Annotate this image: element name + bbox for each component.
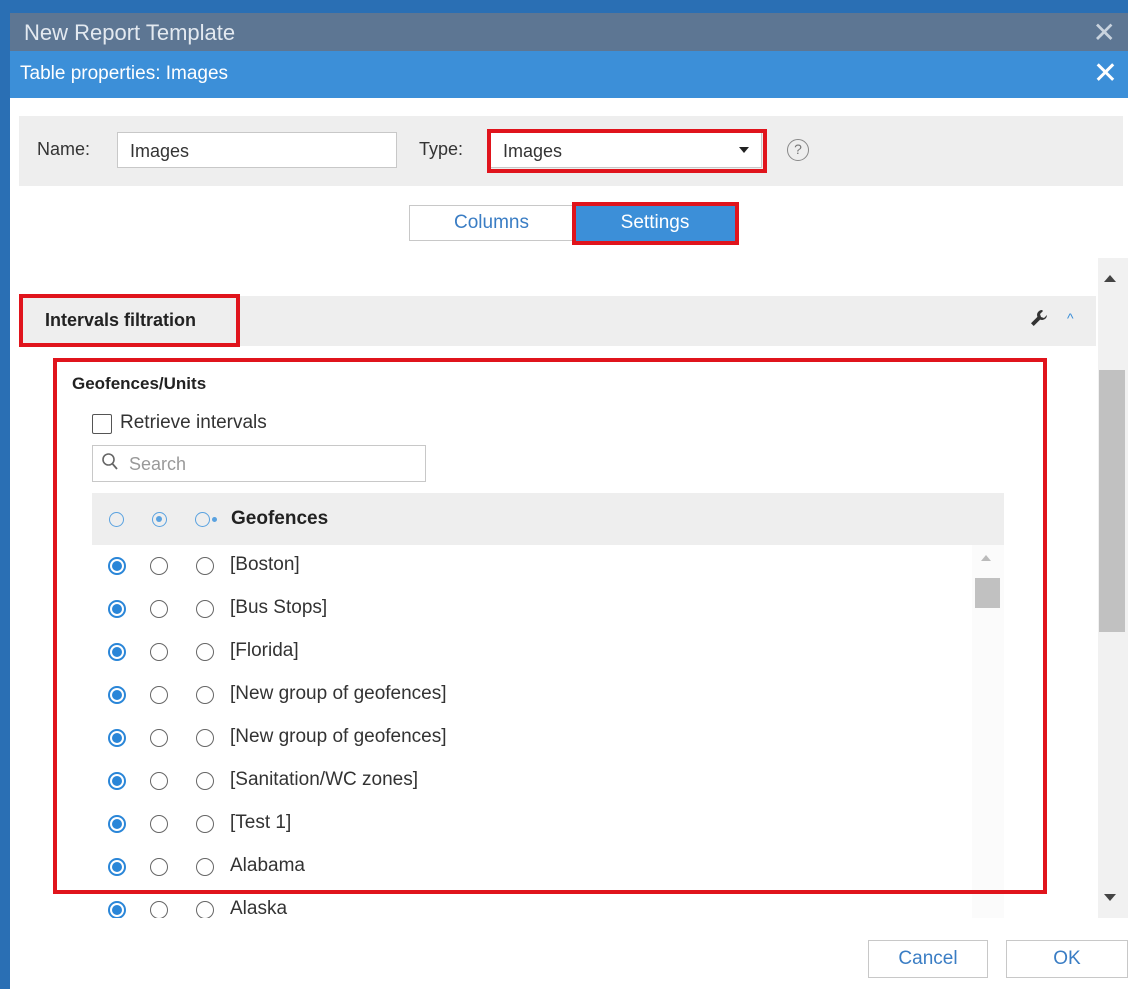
partial-radio[interactable]	[196, 858, 214, 876]
geofences-title: Geofences	[231, 508, 329, 529]
dialog-close-icon[interactable]: ✕	[1093, 56, 1118, 91]
search-input[interactable]: Search	[92, 445, 426, 482]
partial-radio[interactable]	[196, 686, 214, 704]
list-item[interactable]: [Florida]	[92, 631, 972, 674]
search-placeholder: Search	[129, 454, 187, 474]
geofences-rows: [Boston] [Bus Stops] [Florida] [New group o…	[92, 545, 972, 918]
name-type-row: Name: Images Type: Images ?	[19, 116, 1123, 186]
list-item-label: Alaska	[230, 898, 288, 918]
retrieve-intervals-label: Retrieve intervals	[120, 412, 267, 433]
outer-window-title: New Report Template	[24, 20, 236, 45]
select-all-partial-radio[interactable]	[195, 512, 210, 527]
list-item[interactable]: [New group of geofences]	[92, 674, 972, 717]
name-label: Name:	[37, 139, 91, 159]
exclude-radio[interactable]	[108, 901, 126, 918]
dialog-titlebar: Table properties: Images ✕	[10, 51, 1128, 98]
name-input[interactable]: Images	[117, 132, 397, 168]
list-item-label: Alabama	[230, 855, 305, 876]
partial-radio[interactable]	[196, 729, 214, 747]
include-radio[interactable]	[150, 600, 168, 618]
list-item-label: [New group of geofences]	[230, 683, 447, 704]
partial-radio[interactable]	[196, 600, 214, 618]
include-radio[interactable]	[150, 901, 168, 918]
list-item-label: [Sanitation/WC zones]	[230, 769, 418, 790]
tab-settings[interactable]: Settings	[575, 205, 735, 241]
scroll-down-icon[interactable]	[1104, 894, 1116, 901]
chevron-down-icon	[739, 147, 749, 153]
dialog-title: Table properties: Images	[20, 63, 229, 84]
geofences-list: Geofences [Boston] [Bus Stops] [Florida] [N…	[92, 493, 1004, 918]
scroll-up-icon[interactable]	[1104, 275, 1116, 282]
intervals-filtration-header[interactable]: Intervals filtration ^	[19, 296, 1096, 346]
list-scroll-up-icon[interactable]	[981, 555, 991, 561]
include-radio[interactable]	[150, 772, 168, 790]
partial-radio[interactable]	[196, 815, 214, 833]
list-item[interactable]: [Boston]	[92, 545, 972, 588]
include-radio[interactable]	[150, 643, 168, 661]
list-item-label: [Test 1]	[230, 812, 292, 833]
select-all-include-radio[interactable]	[152, 512, 167, 527]
include-radio[interactable]	[150, 815, 168, 833]
exclude-radio[interactable]	[108, 729, 126, 747]
list-item[interactable]: [Sanitation/WC zones]	[92, 760, 972, 803]
collapse-chevron-icon[interactable]: ^	[1067, 310, 1074, 326]
outer-window-titlebar: New Report Template ✕	[10, 13, 1128, 51]
geofences-list-header: Geofences	[92, 493, 1004, 545]
select-all-exclude-radio[interactable]	[109, 512, 124, 527]
list-item[interactable]: Alaska	[92, 889, 972, 918]
list-item-label: [Florida]	[230, 640, 299, 661]
partial-radio[interactable]	[196, 557, 214, 575]
ok-button[interactable]: OK	[1006, 940, 1128, 978]
section-title: Intervals filtration	[45, 310, 197, 330]
type-select-value: Images	[503, 141, 563, 161]
main-scrollbar-thumb[interactable]	[1099, 370, 1125, 632]
table-properties-dialog: Name: Images Type: Images ? Columns Sett…	[10, 98, 1128, 989]
include-radio[interactable]	[150, 557, 168, 575]
exclude-radio[interactable]	[108, 643, 126, 661]
list-item[interactable]: [Bus Stops]	[92, 588, 972, 631]
cancel-button[interactable]: Cancel	[868, 940, 988, 978]
list-item-label: [Bus Stops]	[230, 597, 328, 618]
list-item[interactable]: [Test 1]	[92, 803, 972, 846]
include-radio[interactable]	[150, 686, 168, 704]
exclude-radio[interactable]	[108, 815, 126, 833]
search-icon	[102, 453, 118, 470]
type-select[interactable]: Images	[490, 132, 762, 168]
wrench-icon[interactable]	[1029, 308, 1049, 334]
list-item[interactable]: Alabama	[92, 846, 972, 889]
exclude-radio[interactable]	[108, 686, 126, 704]
list-item-label: [Boston]	[230, 554, 300, 575]
help-icon[interactable]: ?	[787, 139, 809, 161]
list-item-label: [New group of geofences]	[230, 726, 447, 747]
exclude-radio[interactable]	[108, 600, 126, 618]
outer-close-icon[interactable]: ✕	[1093, 16, 1116, 49]
retrieve-intervals-checkbox[interactable]	[92, 414, 112, 434]
list-scrollbar-thumb[interactable]	[975, 578, 1000, 608]
include-radio[interactable]	[150, 729, 168, 747]
partial-radio[interactable]	[196, 643, 214, 661]
exclude-radio[interactable]	[108, 858, 126, 876]
tab-columns[interactable]: Columns	[409, 205, 574, 241]
partial-radio[interactable]	[196, 772, 214, 790]
exclude-radio[interactable]	[108, 772, 126, 790]
partial-radio[interactable]	[196, 901, 214, 918]
geofences-units-title: Geofences/Units	[72, 374, 207, 393]
list-item[interactable]: [New group of geofences]	[92, 717, 972, 760]
include-radio[interactable]	[150, 858, 168, 876]
type-label: Type:	[419, 139, 464, 159]
partial-dot-icon	[212, 517, 217, 522]
exclude-radio[interactable]	[108, 557, 126, 575]
